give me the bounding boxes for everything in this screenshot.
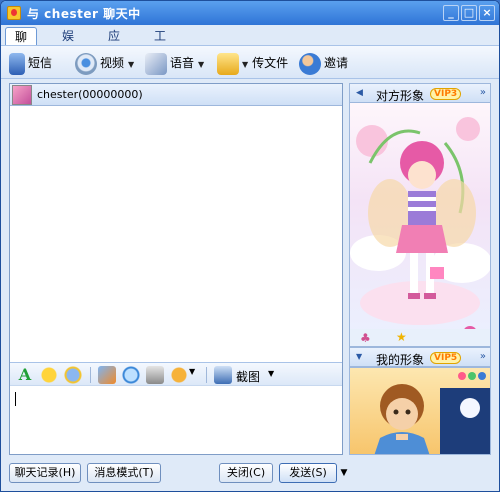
app-logo-icon <box>7 6 21 20</box>
font-icon[interactable]: A <box>16 366 34 384</box>
contact-avatar[interactable] <box>12 85 32 105</box>
webcam-icon <box>75 52 97 75</box>
send-file-button[interactable]: ▼ 传文件 <box>217 52 289 75</box>
sms-phone-icon <box>9 52 25 75</box>
screenshot-dropdown-icon[interactable]: ▼ <box>268 369 274 378</box>
sms-label: 短信 <box>28 56 53 70</box>
maximize-button[interactable]: □ <box>461 5 477 21</box>
wink-dropdown-icon[interactable]: ▼ <box>189 367 195 376</box>
microphone-icon <box>145 52 167 75</box>
chat-bubble-icon[interactable] <box>122 366 140 384</box>
peer-show-header[interactable]: ◀ 对方形象 VIP3 » <box>349 83 491 103</box>
contact-header: chester(00000000) <box>10 84 342 106</box>
tab-chat[interactable]: 聊天 <box>5 27 38 62</box>
tab-apps[interactable]: 应用 <box>99 27 129 61</box>
add-user-icon <box>299 52 321 75</box>
video-button[interactable]: 视频 ▼ <box>75 52 134 75</box>
contact-title: chester(00000000) <box>37 88 143 101</box>
sms-button[interactable]: 短信 <box>9 52 53 75</box>
main-toolbar: 短信 视频 ▼ 语音 ▼ ▼ 传文件 邀请 <box>1 45 499 79</box>
bottom-bar: 聊天记录(H) 消息模式(T) 关闭(C) 发送(S) ▼ <box>1 459 499 491</box>
magic-face-icon[interactable] <box>64 366 82 384</box>
message-input[interactable] <box>10 386 342 454</box>
tab-entertainment[interactable]: 娱乐 <box>53 27 83 61</box>
send-options-dropdown-icon[interactable]: ▼ <box>339 463 349 483</box>
input-toolbar-divider <box>206 367 207 383</box>
message-history[interactable] <box>10 106 342 362</box>
my-show-header[interactable]: ▼ 我的形象 VIP5 » <box>349 347 491 367</box>
voice-dropdown-icon[interactable]: ▼ <box>198 60 204 69</box>
invite-label: 邀请 <box>324 56 349 70</box>
send-image-icon[interactable] <box>98 366 116 384</box>
more-arrow-icon[interactable]: » <box>480 87 486 98</box>
contact-id: (00000000) <box>78 88 143 101</box>
my-vip-badge: VIP5 <box>430 352 462 364</box>
peer-show-footer: ♣ ★ <box>349 329 491 347</box>
close-button[interactable]: 关闭(C) <box>219 463 273 483</box>
send-file-label: 传文件 <box>252 56 289 70</box>
video-label: 视频 <box>100 56 125 70</box>
voice-label: 语音 <box>170 56 195 70</box>
wink-icon[interactable] <box>170 366 188 384</box>
folder-send-icon <box>217 52 239 75</box>
window-title: 与 chester 聊天中 <box>27 7 141 21</box>
peer-avatar-image <box>350 117 490 340</box>
invite-button[interactable]: 邀请 <box>299 52 349 75</box>
input-toolbar: A ▼ 截图 ▼ <box>10 362 342 386</box>
chat-window: 与 chester 聊天中 _ □ × 聊天 娱乐 应用 工具 短信 视频▼ 语… <box>0 0 500 492</box>
peer-vip-badge: VIP3 <box>430 88 462 100</box>
file-dropdown-icon[interactable]: ▼ <box>242 60 248 69</box>
screenshot-icon[interactable] <box>214 366 232 384</box>
tab-tools[interactable]: 工具 <box>145 27 175 61</box>
chat-history-button[interactable]: 聊天记录(H) <box>9 463 81 483</box>
text-caret <box>15 392 16 406</box>
emoticon-icon[interactable] <box>40 366 58 384</box>
input-toolbar-divider <box>90 367 91 383</box>
screenshot-label[interactable]: 截图 <box>236 368 260 385</box>
chat-pane: chester(00000000) A ▼ 截图 ▼ <box>9 83 343 455</box>
collapse-arrow-icon[interactable]: ◀ <box>356 88 363 98</box>
peer-show-label: 对方形象 <box>376 89 425 103</box>
video-dropdown-icon[interactable]: ▼ <box>128 60 134 69</box>
more-arrow-icon[interactable]: » <box>480 351 486 362</box>
contact-name: chester <box>37 88 79 101</box>
music-icon[interactable] <box>146 366 164 384</box>
voice-button[interactable]: 语音 ▼ <box>145 52 204 75</box>
close-window-button[interactable]: × <box>479 5 495 21</box>
title-bar[interactable]: 与 chester 聊天中 _ □ × <box>1 1 499 25</box>
peer-avatar-show[interactable] <box>349 103 491 349</box>
send-button[interactable]: 发送(S) <box>279 463 337 483</box>
gift-icon[interactable]: ♣ <box>360 331 371 345</box>
my-show-label: 我的形象 <box>376 353 425 367</box>
message-mode-button[interactable]: 消息模式(T) <box>87 463 161 483</box>
expand-arrow-icon[interactable]: ▼ <box>356 352 362 361</box>
my-avatar-image <box>374 372 490 454</box>
star-icon[interactable]: ★ <box>396 330 407 344</box>
minimize-button[interactable]: _ <box>443 5 459 21</box>
show-sidebar: ◀ 对方形象 VIP3 » ♣ ★ ▼ 我的形象 VIP5 » <box>349 83 491 455</box>
my-avatar-show[interactable] <box>349 367 491 455</box>
